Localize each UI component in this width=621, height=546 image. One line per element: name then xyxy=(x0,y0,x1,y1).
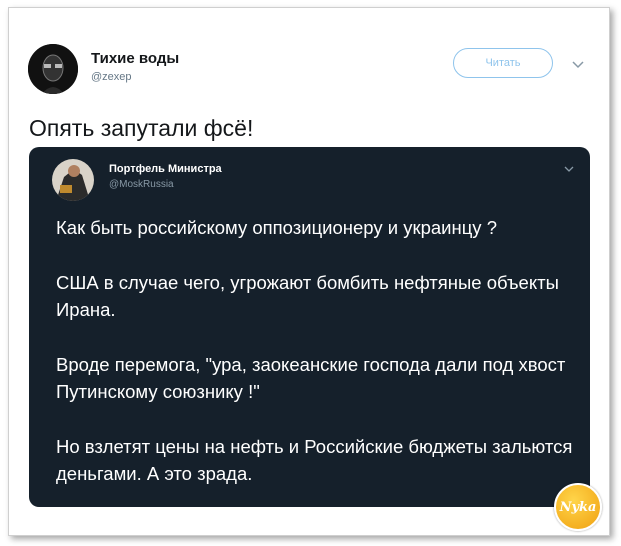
quoted-author-avatar[interactable] xyxy=(52,159,94,201)
chevron-down-icon[interactable] xyxy=(570,56,586,72)
quoted-paragraph: США в случае чего, угрожают бомбить нефт… xyxy=(56,271,559,321)
tweet-text: Опять запутали фсё! xyxy=(29,115,254,141)
follow-button[interactable]: Читать xyxy=(453,48,553,78)
tweet-card: Тихие воды @zexep Читать Опять запутали … xyxy=(8,7,610,536)
quoted-author-name[interactable]: Портфель Министра xyxy=(109,163,222,175)
quoted-tweet[interactable]: Портфель Министра @MoskRussia Как быть р… xyxy=(29,147,590,507)
quoted-chevron-down-icon[interactable] xyxy=(563,163,575,175)
avatar-image xyxy=(28,44,78,94)
quoted-avatar-image xyxy=(52,159,94,201)
author-handle[interactable]: @zexep xyxy=(91,71,132,83)
author-name[interactable]: Тихие воды xyxy=(91,50,179,67)
author-avatar[interactable] xyxy=(28,44,78,94)
watermark-badge: Nyka xyxy=(554,483,602,531)
quoted-paragraph: Вроде перемога, "ура, заокеанские господ… xyxy=(56,353,566,403)
quoted-paragraph: Но взлетят цены на нефть и Российские бю… xyxy=(56,435,573,485)
quoted-tweet-body: Как быть российскому оппозиционеру и укр… xyxy=(56,214,576,507)
quoted-author-handle[interactable]: @MoskRussia xyxy=(109,179,174,190)
quoted-paragraph: Как быть российскому оппозиционеру и укр… xyxy=(56,217,497,238)
